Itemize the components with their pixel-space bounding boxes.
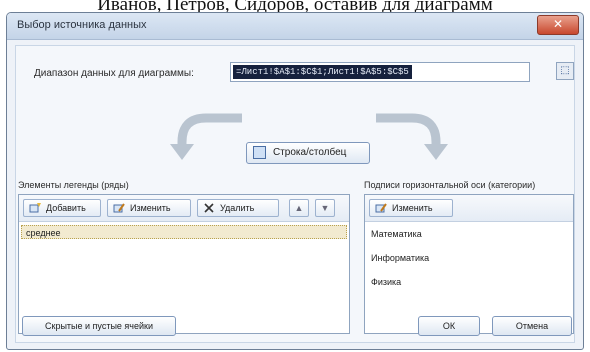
edit-series-label: Изменить <box>130 203 171 213</box>
axis-list-item[interactable]: Информатика <box>367 251 571 265</box>
data-range-label: Диапазон данных для диаграммы: <box>34 68 194 79</box>
add-series-button[interactable]: Добавить <box>23 199 101 217</box>
dialog-content: Диапазон данных для диаграммы: =Лист1!$A… <box>15 45 575 343</box>
legend-item[interactable]: среднее <box>21 225 347 239</box>
select-data-source-dialog: Выбор источника данных ✕ Диапазон данных… <box>6 12 584 350</box>
move-down-button[interactable]: ▼ <box>315 199 335 217</box>
title-bar[interactable]: Выбор источника данных ✕ <box>7 13 583 40</box>
legend-entries-box: Добавить Изменить Удалить ▲ ▼ среднее <box>18 194 350 334</box>
axis-labels-label: Подписи горизонтальной оси (категории) <box>364 180 536 190</box>
cancel-button[interactable]: Отмена <box>492 316 572 336</box>
add-series-label: Добавить <box>46 203 86 213</box>
move-up-button[interactable]: ▲ <box>289 199 309 217</box>
window-title: Выбор источника данных <box>17 19 147 31</box>
legend-entries-label: Элементы легенды (ряды) <box>18 180 129 190</box>
legend-toolbar: Добавить Изменить Удалить ▲ ▼ <box>19 195 349 222</box>
add-series-icon <box>29 203 41 213</box>
data-range-value: =Лист1!$A$1:$C$1;Лист1!$A$5:$C$5 <box>233 65 412 79</box>
switch-row-column-button[interactable]: Строка/столбец <box>246 142 370 164</box>
axis-list-item[interactable]: Физика <box>367 275 571 289</box>
edit-series-icon <box>113 203 125 213</box>
curved-arrow-left-icon <box>170 113 242 160</box>
curved-arrow-right-icon <box>376 113 448 160</box>
delete-series-button[interactable]: Удалить <box>197 199 279 217</box>
switch-row-column-label: Строка/столбец <box>273 147 347 158</box>
delete-series-label: Удалить <box>220 203 255 213</box>
axis-list-item[interactable]: Математика <box>367 227 571 241</box>
range-collapse-icon: ⬚ <box>560 65 570 76</box>
delete-series-icon <box>204 203 214 213</box>
edit-axis-labels-icon <box>375 203 387 213</box>
edit-series-button[interactable]: Изменить <box>107 199 191 217</box>
close-button[interactable]: ✕ <box>537 15 579 35</box>
ok-button[interactable]: ОК <box>418 316 480 336</box>
edit-axis-labels-button[interactable]: Изменить <box>369 199 453 217</box>
axis-labels-box: Изменить Математика Информатика Физика <box>364 194 574 334</box>
edit-axis-labels-label: Изменить <box>392 203 433 213</box>
switch-row-column-icon <box>253 146 266 159</box>
axis-toolbar: Изменить <box>365 195 573 222</box>
data-range-input[interactable]: =Лист1!$A$1:$C$1;Лист1!$A$5:$C$5 <box>230 62 530 82</box>
range-collapse-button[interactable]: ⬚ <box>556 62 574 80</box>
hidden-empty-cells-button[interactable]: Скрытые и пустые ячейки <box>22 316 176 336</box>
